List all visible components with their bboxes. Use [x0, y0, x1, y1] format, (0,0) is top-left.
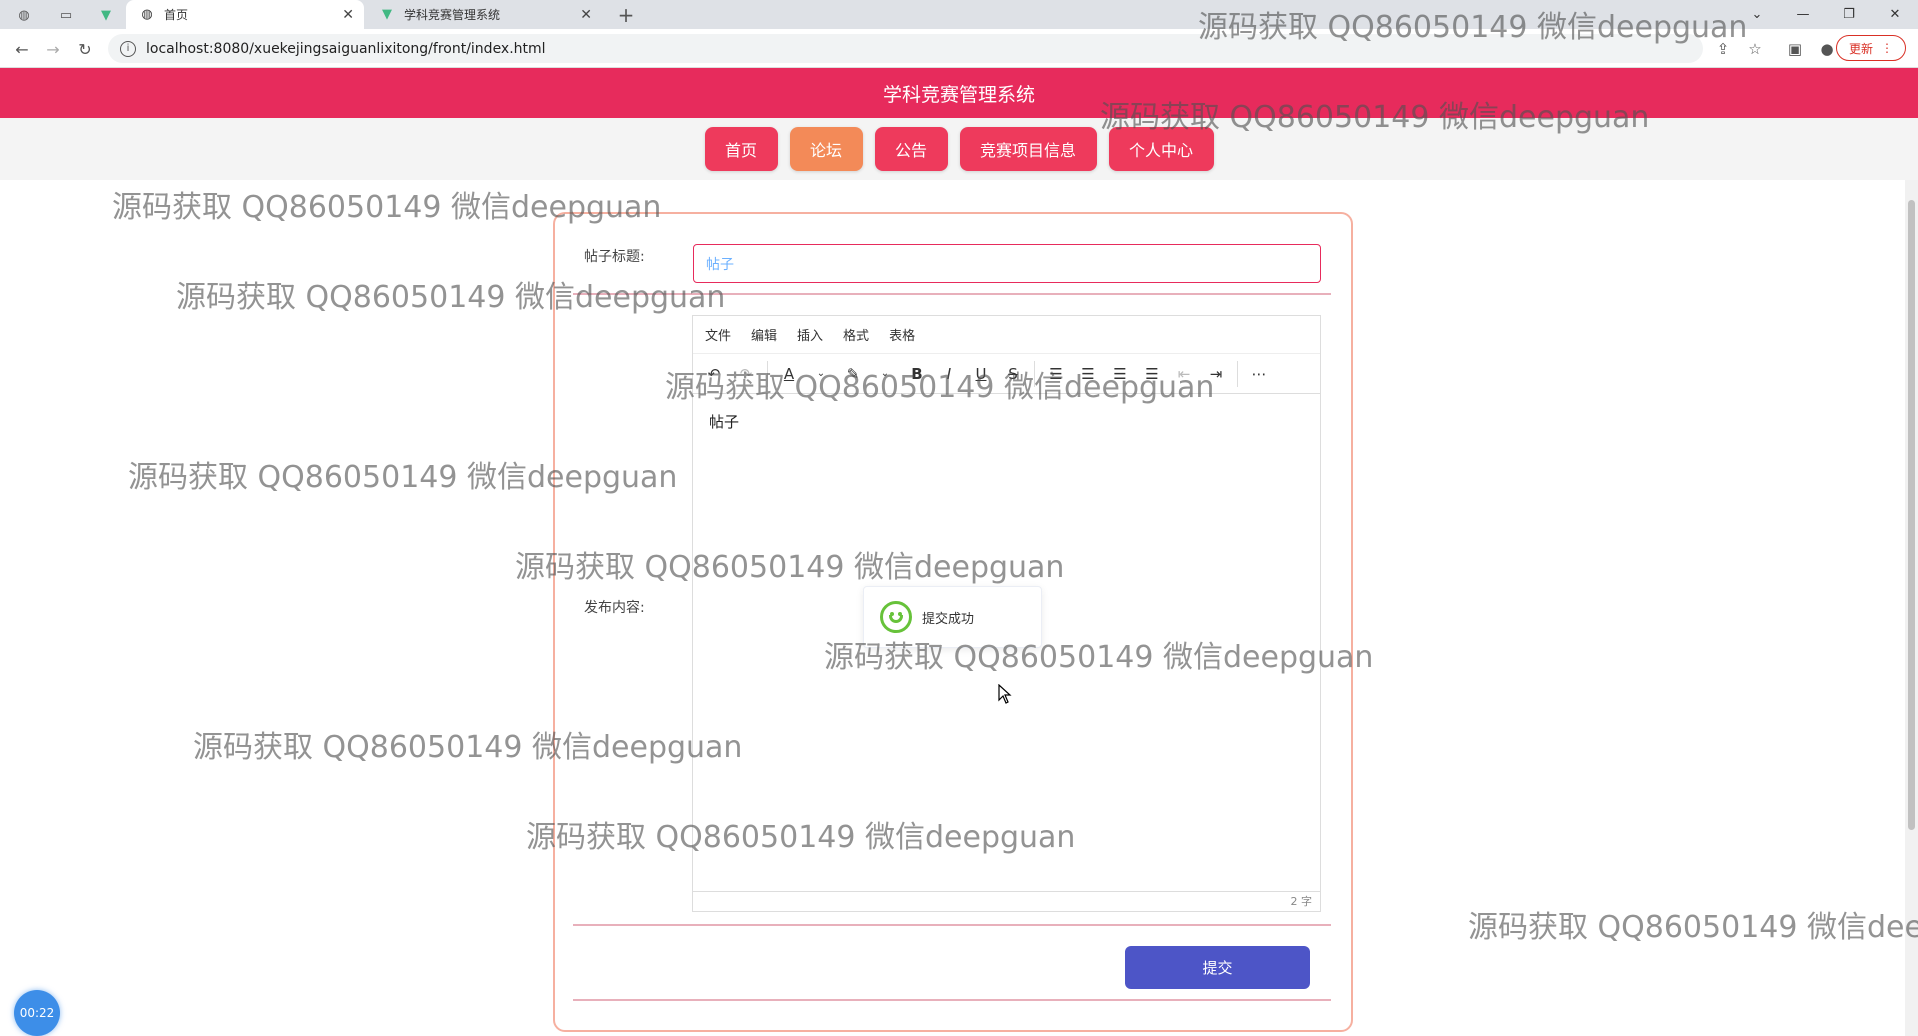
- content-label: 发布内容:: [584, 600, 645, 616]
- redo-icon[interactable]: ↷: [735, 365, 757, 383]
- watermark: 源码获取 QQ86050149 微信deepguan: [1468, 910, 1918, 942]
- align-justify-icon[interactable]: ☰: [1141, 365, 1163, 383]
- window-controls: ⌄ — ❐ ✕: [1734, 0, 1918, 29]
- mouse-cursor-icon: [998, 684, 1012, 704]
- editor-paragraph: 帖子: [709, 413, 740, 431]
- share-icon[interactable]: ⇪: [1711, 37, 1735, 61]
- tab-title: 学科竞赛管理系统: [404, 8, 501, 22]
- success-toast: 提交成功: [863, 586, 1042, 648]
- address-bar: ← → ↻ i localhost:8080/xuekejingsaiguanl…: [0, 29, 1918, 68]
- editor-statusbar: 2 字: [693, 891, 1320, 911]
- italic-icon[interactable]: I: [938, 365, 960, 383]
- strikethrough-icon[interactable]: S: [1002, 365, 1024, 383]
- menu-format[interactable]: 格式: [843, 325, 869, 344]
- close-tab-icon[interactable]: ✕: [342, 7, 354, 23]
- toolbar-separator: [1237, 360, 1238, 387]
- globe-icon: ◍: [18, 7, 30, 23]
- bookmark-star-icon[interactable]: ☆: [1743, 37, 1767, 61]
- editor-toolbar: ↶ ↷ A ⌄ ✎ ⌄ B I U S ☰ ☰ ☰ ☰ ⇤ ⇥ ⋯: [693, 354, 1320, 394]
- nav-announcement[interactable]: 公告: [874, 127, 948, 171]
- vue-logo-icon: ▼: [382, 7, 392, 22]
- pinned-tab-blank[interactable]: ▭: [48, 4, 84, 26]
- browser-tab-system[interactable]: ▼ 学科竞赛管理系统 ✕: [366, 0, 602, 29]
- align-center-icon[interactable]: ☰: [1077, 365, 1099, 383]
- more-icon[interactable]: ⋯: [1248, 365, 1270, 383]
- close-window-icon[interactable]: ✕: [1872, 7, 1918, 22]
- update-button[interactable]: 更新 ⋮: [1835, 35, 1906, 61]
- chevron-down-icon[interactable]: ⌄: [874, 368, 896, 379]
- main-nav: 首页 论坛 公告 竞赛项目信息 个人中心: [0, 118, 1918, 180]
- reload-icon[interactable]: ↻: [73, 37, 97, 61]
- menu-table[interactable]: 表格: [889, 325, 915, 344]
- toolbar-separator: [1034, 360, 1035, 387]
- outdent-icon[interactable]: ⇤: [1173, 365, 1195, 383]
- menu-edit[interactable]: 编辑: [751, 325, 777, 344]
- font-color-icon[interactable]: A: [778, 365, 800, 383]
- nav-forum[interactable]: 论坛: [789, 127, 863, 171]
- globe-icon: ◍: [141, 7, 153, 22]
- align-right-icon[interactable]: ☰: [1109, 365, 1131, 383]
- nav-home[interactable]: 首页: [704, 127, 778, 171]
- recording-timer: 00:22: [14, 990, 60, 1036]
- submit-button[interactable]: 提交: [1125, 946, 1310, 989]
- underline-icon[interactable]: U: [970, 365, 992, 383]
- tab-title: 首页: [164, 8, 189, 22]
- url-text: localhost:8080/xuekejingsaiguanlixitong/…: [146, 40, 546, 57]
- forward-icon[interactable]: →: [41, 37, 65, 61]
- tab-search-icon[interactable]: ⌄: [1734, 7, 1780, 22]
- nav-personal-center[interactable]: 个人中心: [1108, 127, 1214, 171]
- toolbar-separator: [767, 360, 768, 387]
- site-header: 学科竞赛管理系统: [0, 68, 1918, 118]
- watermark-clip: 源码获取 QQ86050149 微信deepguan: [1468, 902, 1918, 942]
- minimize-icon[interactable]: —: [1780, 7, 1826, 22]
- restore-icon[interactable]: ❐: [1826, 7, 1872, 22]
- close-tab-icon[interactable]: ✕: [580, 7, 592, 23]
- blank-page-icon: ▭: [59, 7, 73, 23]
- bold-icon[interactable]: B: [906, 365, 928, 383]
- align-left-icon[interactable]: ☰: [1045, 365, 1067, 383]
- divider: [573, 999, 1331, 1001]
- nav-competition-info[interactable]: 竞赛项目信息: [959, 127, 1097, 171]
- editor-menubar: 文件 编辑 插入 格式 表格: [693, 316, 1320, 354]
- url-field[interactable]: i localhost:8080/xuekejingsaiguanlixiton…: [108, 34, 1703, 63]
- menu-insert[interactable]: 插入: [797, 325, 823, 344]
- site-info-icon[interactable]: i: [120, 40, 136, 57]
- highlight-icon[interactable]: ✎: [842, 365, 864, 383]
- indent-icon[interactable]: ⇥: [1205, 365, 1227, 383]
- post-title-value: 帖子: [706, 256, 734, 273]
- smile-icon: [880, 601, 912, 633]
- pinned-tab-vue[interactable]: ▼: [88, 4, 124, 26]
- more-menu-icon[interactable]: ⋮: [1881, 41, 1893, 55]
- title-label: 帖子标题:: [584, 249, 645, 265]
- browser-tab-strip: ◍ ▭ ▼ ◍ 首页 ✕ ▼ 学科竞赛管理系统 ✕ + ⌄ — ❐ ✕: [0, 0, 1918, 29]
- chevron-down-icon[interactable]: ⌄: [810, 368, 832, 379]
- side-panel-icon[interactable]: ▣: [1783, 37, 1807, 61]
- divider: [573, 293, 1331, 295]
- new-tab-button[interactable]: +: [608, 3, 644, 27]
- toast-message: 提交成功: [922, 611, 975, 627]
- pinned-tab-globe[interactable]: ◍: [6, 4, 42, 26]
- divider: [573, 924, 1331, 926]
- vue-logo-icon: ▼: [101, 7, 111, 23]
- menu-file[interactable]: 文件: [705, 325, 731, 344]
- site-title: 学科竞赛管理系统: [882, 83, 1035, 106]
- back-icon[interactable]: ←: [10, 37, 34, 61]
- undo-icon[interactable]: ↶: [703, 365, 725, 383]
- scrollbar-thumb[interactable]: [1908, 200, 1915, 830]
- post-title-input[interactable]: 帖子: [693, 244, 1321, 283]
- word-count: 2 字: [1290, 895, 1313, 908]
- browser-tab-home[interactable]: ◍ 首页 ✕: [126, 0, 364, 29]
